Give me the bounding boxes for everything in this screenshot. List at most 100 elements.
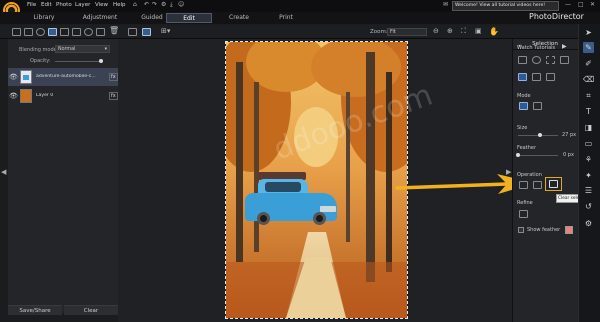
shape-tool-icon[interactable]: ◨: [583, 122, 594, 133]
menu-layer[interactable]: Layer: [75, 2, 90, 8]
zoom-out-icon[interactable]: ⊖: [433, 27, 439, 35]
circle-mask-icon[interactable]: [36, 28, 45, 36]
settings-gear-icon[interactable]: ⚙: [583, 218, 594, 229]
maximize-button[interactable]: □: [578, 1, 584, 8]
expand-selection-icon[interactable]: [533, 181, 542, 189]
user-icon[interactable]: ☺: [178, 1, 184, 8]
grid-icon[interactable]: ⊞▾: [161, 27, 170, 35]
layer-item[interactable]: 👁 Layer 0 fx: [8, 87, 118, 105]
brush-tool-icon[interactable]: ✐: [583, 58, 594, 69]
collapse-left-icon[interactable]: ◀: [1, 168, 6, 176]
photo-canvas[interactable]: [225, 41, 408, 319]
zoom-in-icon[interactable]: ⊕: [447, 27, 453, 35]
watch-tutorials-label[interactable]: Watch Tutorials: [517, 45, 555, 51]
frame-tool-icon[interactable]: ▭: [583, 138, 594, 149]
hand-tool-icon[interactable]: ✋: [489, 27, 499, 36]
collapse-right-icon[interactable]: ▶: [506, 168, 511, 176]
feather-slider[interactable]: [518, 155, 558, 156]
undo-icon[interactable]: ↶: [144, 1, 149, 8]
video-icon[interactable]: ▶: [562, 43, 567, 50]
layer-mask-icon[interactable]: [24, 28, 33, 36]
single-view-icon[interactable]: [142, 28, 151, 36]
feather-color-swatch[interactable]: [565, 226, 573, 234]
save-share-button[interactable]: Save/Share: [8, 305, 62, 315]
crop-tool-icon[interactable]: ⌗: [583, 90, 594, 101]
lasso-select-icon[interactable]: [546, 56, 555, 64]
zoom-select[interactable]: Fit: [387, 28, 427, 36]
polygon-select-icon[interactable]: [560, 56, 569, 64]
adjust-tool-icon[interactable]: ☰: [583, 185, 594, 196]
eraser-tool-icon[interactable]: ⌫: [583, 74, 594, 85]
refine-label: Refine: [517, 200, 533, 206]
size-label: Size: [517, 125, 528, 131]
compare-view-icon[interactable]: [128, 28, 137, 36]
add-to-selection-icon[interactable]: [519, 102, 528, 110]
tab-edit[interactable]: Edit: [166, 13, 212, 23]
fx-button[interactable]: fx: [109, 73, 118, 81]
actual-size-icon[interactable]: ▣: [475, 27, 482, 35]
car-thumbnail-icon: [23, 75, 29, 80]
show-feather-checkbox[interactable]: [518, 227, 524, 233]
car-wheel: [313, 212, 326, 225]
opacity-slider[interactable]: [55, 61, 99, 62]
redo-icon[interactable]: ↷: [152, 1, 157, 8]
menu-view[interactable]: View: [95, 2, 108, 8]
feather-value: 0 px: [563, 152, 574, 158]
duplicate-layer-icon[interactable]: [60, 28, 69, 36]
tab-print[interactable]: Print: [270, 13, 302, 23]
autumn-forest-photo: [226, 42, 407, 318]
clear-button[interactable]: Clear: [64, 305, 118, 315]
tab-create[interactable]: Create: [221, 13, 257, 23]
notification-banner[interactable]: Welcome! View all tutorial videos here!: [452, 1, 559, 11]
size-slider-knob[interactable]: [538, 133, 542, 137]
fit-screen-icon[interactable]: ⛶: [461, 27, 466, 36]
history-tool-icon[interactable]: ↺: [583, 201, 594, 212]
rect-select-icon[interactable]: [518, 56, 527, 64]
layer-item[interactable]: 👁 adventure-automobile-c... fx: [8, 68, 118, 86]
eye-icon[interactable]: 👁: [9, 73, 18, 81]
home-icon[interactable]: ⌂: [133, 1, 137, 8]
settings-icon[interactable]: ⚙: [161, 1, 166, 8]
car-window: [265, 182, 301, 192]
merge-layer-icon[interactable]: [72, 28, 81, 36]
stamp-tool-icon[interactable]: ⚘: [583, 154, 594, 165]
selection-tool-icon[interactable]: ✎: [583, 42, 594, 53]
add-layer-icon[interactable]: [12, 28, 21, 36]
magic-wand-icon[interactable]: [532, 73, 541, 81]
tab-library[interactable]: Library: [22, 13, 66, 23]
eye-icon[interactable]: 👁: [9, 92, 18, 100]
smart-select-icon[interactable]: [546, 73, 555, 81]
tab-adjustment[interactable]: Adjustment: [75, 13, 125, 23]
text-tool-icon[interactable]: T: [583, 106, 594, 117]
menu-file[interactable]: File: [27, 2, 36, 8]
highlight-box: [545, 177, 562, 191]
chevron-down-icon: ▾: [104, 47, 107, 52]
blending-mode-label: Blending mode:: [19, 47, 59, 53]
menu-help[interactable]: Help: [113, 2, 126, 8]
fx-button[interactable]: fx: [109, 92, 118, 100]
trash-icon[interactable]: 🗑: [109, 26, 119, 35]
brush-select-icon[interactable]: [518, 73, 527, 81]
menu-photo[interactable]: Photo: [56, 2, 72, 8]
close-button[interactable]: ✕: [590, 1, 595, 8]
group-layer-icon[interactable]: [96, 28, 105, 36]
notification-bell-icon[interactable]: ✉: [443, 1, 448, 8]
effects-tool-icon[interactable]: ✦: [583, 170, 594, 181]
refine-brush-icon[interactable]: [519, 210, 528, 218]
layer-name[interactable]: Layer 0: [36, 93, 96, 98]
download-icon[interactable]: ⤓: [170, 1, 173, 9]
rectangle-mask-icon[interactable]: [48, 28, 57, 36]
layer-name[interactable]: adventure-automobile-c...: [36, 74, 96, 79]
invert-selection-icon[interactable]: [519, 181, 528, 189]
select-arrow-icon[interactable]: ➤: [583, 27, 594, 38]
show-feather-label: Show feather: [527, 227, 561, 233]
adjust-layer-icon[interactable]: [84, 28, 93, 36]
blending-mode-select[interactable]: Normal ▾: [55, 45, 110, 53]
opacity-slider-knob[interactable]: [99, 59, 103, 63]
subtract-from-selection-icon[interactable]: [533, 102, 542, 110]
feather-slider-knob[interactable]: [516, 153, 520, 157]
ellipse-select-icon[interactable]: [532, 56, 541, 64]
photodirector-window: File Edit Photo Layer View Help ⌂ ↶ ↷ ⚙ …: [0, 0, 600, 322]
menu-edit[interactable]: Edit: [41, 2, 52, 8]
minimize-button[interactable]: —: [565, 1, 571, 8]
